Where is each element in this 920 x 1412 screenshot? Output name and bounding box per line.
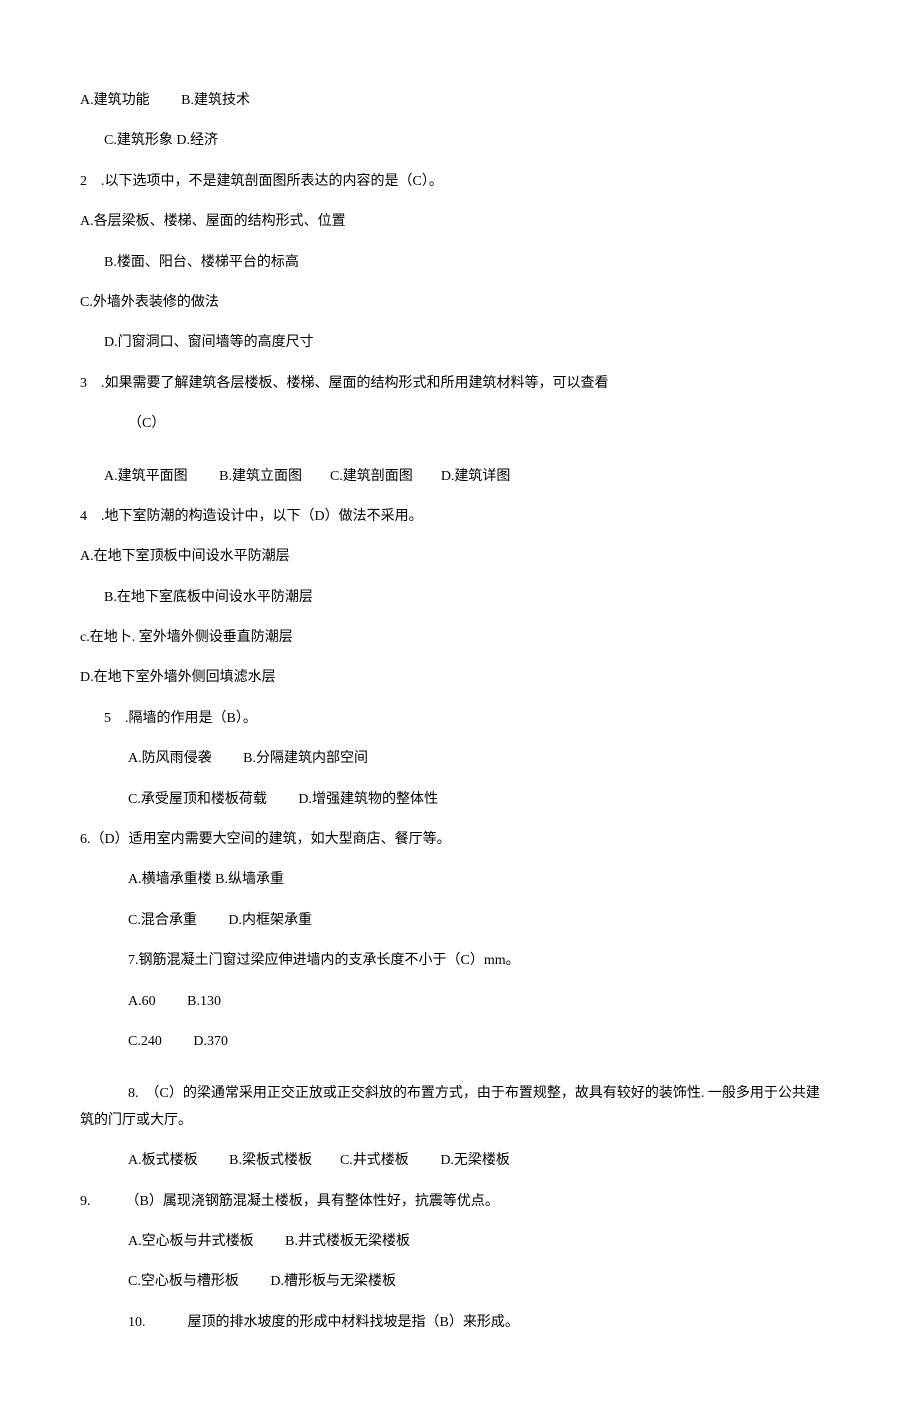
q5-option-b: B.分隔建筑内部空间	[243, 751, 368, 766]
q7-option-c: C.240	[128, 1034, 162, 1049]
q5-option-c: C.承受屋顶和楼板荷载	[128, 792, 267, 807]
q8-options: A.板式楼板 B.梁板式楼板 C.井式楼板 D.无梁楼板	[80, 1150, 840, 1172]
q6-option-b: B.纵墙承重	[215, 872, 284, 887]
q3-stem-answer: （C）	[80, 413, 840, 435]
q6-option-a: A.横墙承重楼	[128, 872, 212, 887]
q1-option-c: C.建筑形象	[104, 133, 173, 148]
q2-stem: 2 .以下选项中，不是建筑剖面图所表达的内容的是（C）。	[80, 171, 840, 193]
q9-options-ab: A.空心板与井式楼板 B.井式楼板无梁楼板	[80, 1231, 840, 1253]
q9-option-c: C.空心板与槽形板	[128, 1274, 239, 1289]
q1-options-ab: A.建筑功能 B.建筑技术	[80, 90, 840, 112]
q8-option-c: C.井式楼板	[340, 1153, 409, 1168]
q4-option-a: A.在地下室顶板中间设水平防潮层	[80, 546, 840, 568]
q2-option-a: A.各层梁板、楼梯、屋面的结构形式、位置	[80, 211, 840, 233]
q5-options-ab: A.防风雨侵袭 B.分隔建筑内部空间	[80, 748, 840, 770]
q5-options-cd: C.承受屋顶和楼板荷载 D.增强建筑物的整体性	[80, 789, 840, 811]
q3-option-a: A.建筑平面图	[104, 469, 188, 484]
q9-option-b: B.井式楼板无梁楼板	[285, 1234, 410, 1249]
q9-option-a: A.空心板与井式楼板	[128, 1234, 254, 1249]
q4-option-d: D.在地下室外墙外侧回填滤水层	[80, 667, 840, 689]
q5-option-a: A.防风雨侵袭	[128, 751, 212, 766]
q6-option-c: C.混合承重	[128, 913, 197, 928]
q6-options-cd: C.混合承重 D.内框架承重	[80, 910, 840, 932]
q7-options-ab: A.60 B.130	[80, 991, 840, 1013]
q6-option-d: D.内框架承重	[228, 913, 312, 928]
q2-option-b: B.楼面、阳台、楼梯平台的标高	[80, 252, 840, 274]
q5-option-d: D.增强建筑物的整体性	[298, 792, 438, 807]
q8-option-a: A.板式楼板	[128, 1153, 198, 1168]
q3-option-b: B.建筑立面图	[219, 469, 302, 484]
q4-stem: 4 .地下室防潮的构造设计中，以下（D）做法不采用。	[80, 506, 840, 528]
q1-option-a: A.建筑功能	[80, 93, 150, 108]
q9-option-d: D.槽形板与无梁楼板	[270, 1274, 396, 1289]
q6-options-ab: A.横墙承重楼 B.纵墙承重	[80, 869, 840, 891]
q8-stem-line1: 8. （C）的梁通常采用正交正放或正交斜放的布置方式，由于布置规整，故具有较好的…	[80, 1083, 840, 1105]
q4-option-c: c.在地卜. 室外墙外侧设垂直防潮层	[80, 627, 840, 649]
q4-option-b: B.在地下室底板中间设水平防潮层	[80, 587, 840, 609]
q3-option-d: D.建筑详图	[441, 469, 511, 484]
q2-option-c: C.外墙外表装修的做法	[80, 292, 840, 314]
q8-stem-line2: 筑的门厅或大厅。	[80, 1110, 840, 1132]
q7-option-a: A.60	[128, 994, 156, 1009]
q1-option-d: D.经济	[176, 133, 218, 148]
q8-option-d: D.无梁楼板	[440, 1153, 510, 1168]
q7-options-cd: C.240 D.370	[80, 1031, 840, 1053]
q7-option-b: B.130	[187, 994, 221, 1009]
q2-option-d: D.门窗洞口、窗间墙等的高度尺寸	[80, 332, 840, 354]
q7-stem: 7.钢筋混凝土门窗过梁应伸进墙内的支承长度不小于（C）mm。	[80, 950, 840, 972]
q9-stem: 9. （B）属现浇钢筋混凝土楼板，具有整体性好，抗震等优点。	[80, 1191, 840, 1213]
q10-stem: 10. 屋顶的排水坡度的形成中材料找坡是指（B）来形成。	[80, 1312, 840, 1334]
q9-options-cd: C.空心板与槽形板 D.槽形板与无梁楼板	[80, 1271, 840, 1293]
q3-stem: 3 .如果需要了解建筑各层楼板、楼梯、屋面的结构形式和所用建筑材料等，可以查看	[80, 373, 840, 395]
q1-option-b: B.建筑技术	[181, 93, 250, 108]
q8-option-b: B.梁板式楼板	[229, 1153, 312, 1168]
q7-option-d: D.370	[193, 1034, 228, 1049]
q3-options: A.建筑平面图 B.建筑立面图 C.建筑剖面图 D.建筑详图	[80, 466, 840, 488]
q3-option-c: C.建筑剖面图	[330, 469, 413, 484]
q5-stem: 5 .隔墙的作用是（B）。	[80, 708, 840, 730]
q6-stem: 6.（D）适用室内需要大空间的建筑，如大型商店、餐厅等。	[80, 829, 840, 851]
q1-options-cd: C.建筑形象 D.经济	[80, 130, 840, 152]
